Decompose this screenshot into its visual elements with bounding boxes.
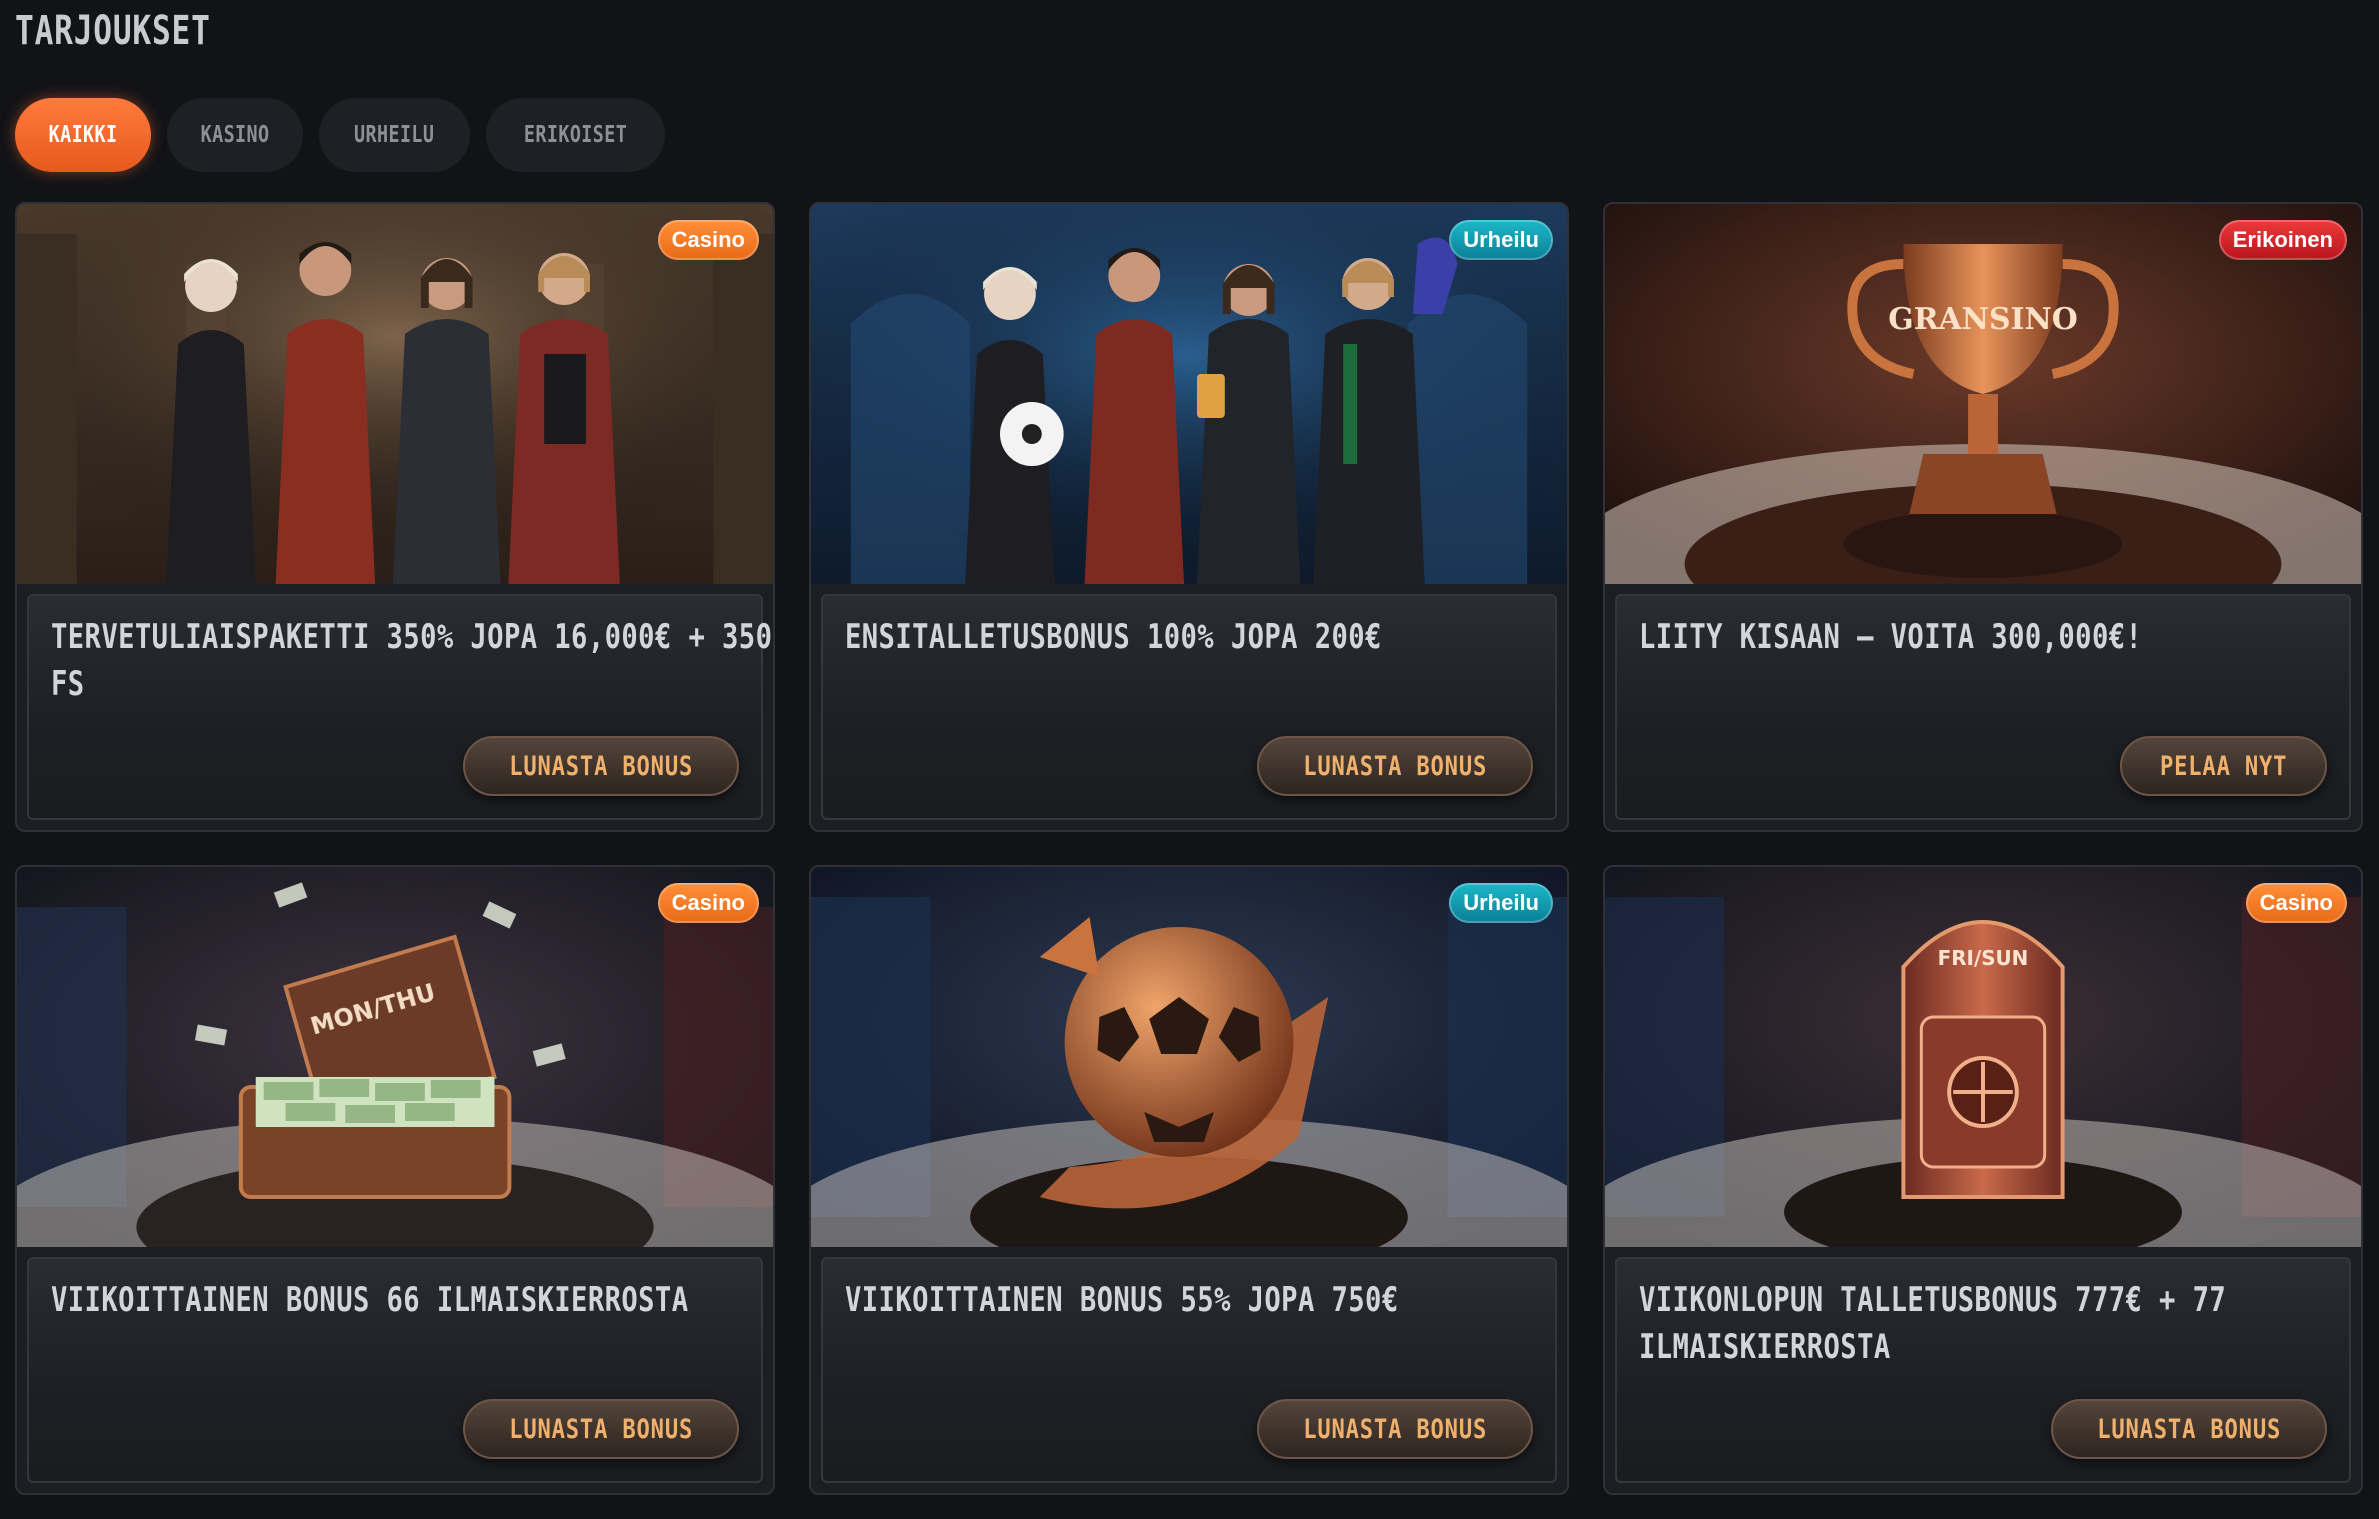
promo-card-body: VIIKOITTAINEN BONUS 66 ILMAISKIERROSTA L…	[27, 1257, 763, 1483]
promo-card: Casino TERVETULIAISPAKETTI 350% JOPA 16,…	[15, 202, 775, 832]
promo-image-characters-casino-lobby: Casino	[17, 204, 773, 584]
page-title: TARJOUKSET	[15, 8, 211, 54]
filter-tab-sports[interactable]: URHEILU	[319, 98, 470, 172]
claim-bonus-button[interactable]: LUNASTA BONUS	[2050, 1399, 2327, 1459]
category-badge: Erikoinen	[2218, 220, 2347, 260]
promo-card-body: VIIKONLOPUN TALLETUSBONUS 777€ + 77 ILMA…	[1615, 1257, 2351, 1483]
button-label: LUNASTA BONUS	[2096, 1413, 2281, 1445]
claim-bonus-button[interactable]: LUNASTA BONUS	[462, 1399, 739, 1459]
promo-image-slot-safe: FRI/SUN Casino	[1605, 867, 2361, 1247]
promo-card: Urheilu VIIKOITTAINEN BONUS 55% JOPA 750…	[809, 865, 1569, 1495]
category-badge: Casino	[657, 883, 759, 923]
trophy-label: GRANSINO	[1888, 302, 2077, 337]
filter-tabs: KAIKKI KASINO URHEILU ERIKOISET	[15, 98, 665, 172]
category-badge: Urheilu	[1449, 220, 1553, 260]
promo-image-characters-sports-bar: Urheilu	[811, 204, 1567, 584]
play-now-button[interactable]: PELAA NYT	[2119, 736, 2327, 796]
filter-tab-all[interactable]: KAIKKI	[15, 98, 152, 172]
button-label: LUNASTA BONUS	[508, 750, 693, 782]
category-badge: Casino	[657, 220, 759, 260]
claim-bonus-button[interactable]: LUNASTA BONUS	[1256, 736, 1533, 796]
claim-bonus-button[interactable]: LUNASTA BONUS	[462, 736, 739, 796]
promo-title: VIIKONLOPUN TALLETUSBONUS 777€ + 77 ILMA…	[1639, 1280, 2227, 1367]
category-badge: Casino	[2245, 883, 2347, 923]
filter-tab-casino[interactable]: KASINO	[167, 98, 304, 172]
button-label: LUNASTA BONUS	[1302, 1413, 1487, 1445]
promo-title: TERVETULIAISPAKETTI 350% JOPA 16,000€ + …	[51, 617, 773, 704]
claim-bonus-button[interactable]: LUNASTA BONUS	[1256, 1399, 1533, 1459]
promo-image-money-suitcase: MON/THU Casino	[17, 867, 773, 1247]
promo-card-body: ENSITALLETUSBONUS 100% JOPA 200€ LUNASTA…	[821, 594, 1557, 820]
promo-title: VIIKOITTAINEN BONUS 66 ILMAISKIERROSTA	[51, 1280, 689, 1320]
promo-card-body: VIIKOITTAINEN BONUS 55% JOPA 750€ LUNAST…	[821, 1257, 1557, 1483]
promo-card: GRANSINO Erikoinen LIITY KISAAN – VOITA …	[1603, 202, 2363, 832]
promo-title: ENSITALLETUSBONUS 100% JOPA 200€	[845, 617, 1382, 657]
button-label: PELAA NYT	[2159, 750, 2288, 782]
category-badge: Urheilu	[1449, 883, 1553, 923]
button-label: LUNASTA BONUS	[508, 1413, 693, 1445]
promo-card: Urheilu ENSITALLETUSBONUS 100% JOPA 200€…	[809, 202, 1569, 832]
promo-grid: Casino TERVETULIAISPAKETTI 350% JOPA 16,…	[15, 202, 2363, 1495]
promo-title: LIITY KISAAN – VOITA 300,000€!	[1639, 617, 2143, 657]
promo-card: FRI/SUN Casino VIIKONLOPUN TALLETUSBONUS…	[1603, 865, 2363, 1495]
promo-card-body: LIITY KISAAN – VOITA 300,000€! PELAA NYT	[1615, 594, 2351, 820]
promo-card-body: TERVETULIAISPAKETTI 350% JOPA 16,000€ + …	[27, 594, 772, 820]
filter-tab-label: KAIKKI	[48, 122, 118, 148]
filter-tab-specials[interactable]: ERIKOISET	[485, 98, 665, 172]
filter-tab-label: KASINO	[200, 122, 270, 148]
promo-title: VIIKOITTAINEN BONUS 55% JOPA 750€	[845, 1280, 1399, 1320]
button-label: LUNASTA BONUS	[1302, 750, 1487, 782]
filter-tab-label: URHEILU	[354, 122, 435, 148]
promotions-page: TARJOUKSET KAIKKI KASINO URHEILU ERIKOIS…	[0, 0, 2379, 1519]
promo-image-soccer-ball-arrow: Urheilu	[811, 867, 1567, 1247]
promo-image-gransino-trophy: GRANSINO Erikoinen	[1605, 204, 2361, 584]
safe-label: FRI/SUN	[1938, 946, 2029, 970]
promo-card: MON/THU Casino VIIKOITTAINEN BONUS 66 IL…	[15, 865, 775, 1495]
filter-tab-label: ERIKOISET	[523, 122, 627, 148]
